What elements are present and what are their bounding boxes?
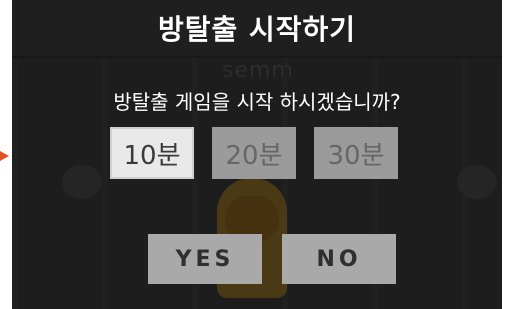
time-option-10min-button[interactable]: 10분 <box>110 127 194 179</box>
dialog-question: 방탈출 게임을 시작 하시겠습니까? <box>113 90 401 114</box>
confirm-button-group: YES NO <box>148 234 404 284</box>
game-screen: semm 방탈출 시작하기 방탈출 게임을 시작 하시겠습니까? 10분 20분… <box>12 0 502 309</box>
time-option-30min-button[interactable]: 30분 <box>314 127 398 179</box>
dialog-title: 방탈출 시작하기 <box>157 13 357 46</box>
pointer-arrow-icon <box>0 151 9 161</box>
dialog-title-bar: 방탈출 시작하기 <box>12 0 502 56</box>
time-option-group: 10분 20분 30분 <box>110 127 410 179</box>
yes-button[interactable]: YES <box>148 234 262 284</box>
time-option-20min-button[interactable]: 20분 <box>212 127 296 179</box>
no-button[interactable]: NO <box>282 234 396 284</box>
